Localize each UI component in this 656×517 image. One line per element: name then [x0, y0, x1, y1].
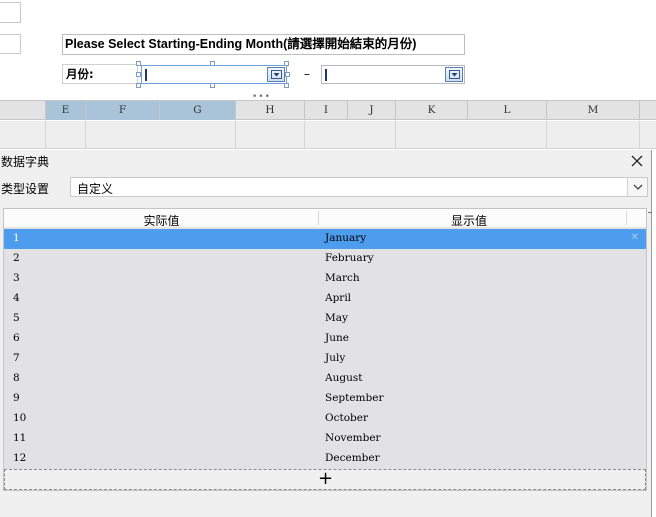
actual-value-cell[interactable]: 2: [13, 252, 20, 264]
column-header-j[interactable]: J: [348, 101, 396, 120]
column-header-f[interactable]: F: [86, 101, 160, 120]
actual-value-cell[interactable]: 7: [13, 352, 20, 364]
title-cell[interactable]: Please Select Starting-Ending Month(請選擇開…: [62, 34, 465, 55]
resize-handle[interactable]: [136, 72, 141, 77]
start-month-combo[interactable]: [141, 65, 287, 84]
actual-value-cell[interactable]: 5: [13, 312, 20, 324]
table-row[interactable]: 9 September: [4, 389, 646, 409]
display-value-cell[interactable]: December: [325, 452, 380, 464]
table-row[interactable]: 12 December: [4, 449, 646, 469]
table-row[interactable]: 3 March: [4, 269, 646, 289]
display-value-cell[interactable]: October: [325, 412, 368, 424]
resize-handle[interactable]: [284, 61, 289, 66]
resize-handle[interactable]: [136, 83, 141, 88]
column-header-bar: E F G H I J K L M: [0, 100, 656, 120]
month-label-cell[interactable]: 月份:: [62, 64, 138, 84]
type-setting-select[interactable]: 自定义: [70, 177, 648, 197]
sheet-cell[interactable]: [86, 121, 236, 149]
type-setting-dropdown-button[interactable]: [627, 178, 647, 196]
display-value-cell[interactable]: February: [325, 252, 374, 264]
resize-handle[interactable]: [285, 72, 290, 77]
table-row[interactable]: 11 November: [4, 429, 646, 449]
column-divider[interactable]: [626, 211, 627, 225]
actual-value-cell[interactable]: 11: [13, 432, 26, 444]
sheet-cell[interactable]: [396, 121, 547, 149]
display-value-cell[interactable]: July: [325, 352, 345, 364]
chevron-down-icon: [271, 70, 282, 79]
delete-row-icon[interactable]: ✕: [631, 232, 639, 243]
display-value-cell[interactable]: May: [325, 312, 348, 324]
column-header-m[interactable]: M: [547, 101, 640, 120]
add-row-button[interactable]: +: [4, 468, 646, 490]
sheet-cell-stub[interactable]: [0, 2, 21, 23]
sheet-cell[interactable]: [236, 121, 305, 149]
sheet-cell[interactable]: [305, 121, 396, 149]
type-setting-label: 类型设置: [1, 182, 50, 196]
table-row[interactable]: 10 October: [4, 409, 646, 429]
sheet-row: [0, 121, 656, 149]
end-month-combo[interactable]: [321, 65, 465, 84]
display-value-cell[interactable]: November: [325, 432, 381, 444]
column-header-actual[interactable]: 实际值: [4, 212, 319, 229]
actual-value-cell[interactable]: 1: [13, 232, 20, 244]
range-separator: –: [304, 67, 310, 81]
column-header-i[interactable]: I: [305, 101, 348, 120]
column-header-l[interactable]: L: [468, 101, 547, 120]
plus-icon: +: [318, 468, 334, 489]
sheet-cell[interactable]: [0, 121, 46, 149]
display-value-cell[interactable]: March: [325, 272, 360, 284]
display-value-cell[interactable]: September: [325, 392, 383, 404]
table-row[interactable]: 1 January ✕: [4, 229, 646, 249]
column-header-k[interactable]: K: [396, 101, 468, 120]
table-row[interactable]: 8 August: [4, 369, 646, 389]
text-caret: [325, 69, 327, 81]
column-header-display[interactable]: 显示值: [319, 212, 619, 229]
start-month-dropdown-button[interactable]: [267, 67, 285, 82]
actual-value-cell[interactable]: 8: [13, 372, 20, 384]
actual-value-cell[interactable]: 9: [13, 392, 20, 404]
divider: [648, 212, 652, 213]
column-header-blank[interactable]: [0, 101, 46, 120]
resize-handle[interactable]: [284, 83, 289, 88]
data-dictionary-dialog: 数据字典 类型设置 自定义 实际值 显示值 1 January ✕ 2 February…: [0, 150, 652, 517]
actual-value-cell[interactable]: 12: [13, 452, 26, 464]
actual-value-cell[interactable]: 4: [13, 292, 20, 304]
sheet-cell[interactable]: [547, 121, 640, 149]
table-header: 实际值 显示值: [4, 209, 646, 228]
text-caret: [145, 69, 147, 81]
table-row[interactable]: 5 May: [4, 309, 646, 329]
sheet-cell[interactable]: [46, 121, 86, 149]
actual-value-cell[interactable]: 10: [13, 412, 26, 424]
actual-value-cell[interactable]: 3: [13, 272, 20, 284]
display-value-cell[interactable]: January: [325, 232, 366, 244]
dictionary-table: 实际值 显示值 1 January ✕ 2 February 3 March 4 April 5 M…: [3, 208, 647, 491]
table-row[interactable]: 2 February: [4, 249, 646, 269]
column-header-g[interactable]: G: [160, 101, 236, 120]
end-month-dropdown-button[interactable]: [445, 67, 463, 82]
resize-handle[interactable]: [210, 83, 215, 88]
display-value-cell[interactable]: June: [325, 332, 349, 344]
display-value-cell[interactable]: April: [325, 292, 351, 304]
dialog-title: 数据字典: [1, 155, 50, 169]
chevron-down-icon: [449, 70, 460, 79]
column-header-h[interactable]: H: [236, 101, 305, 120]
display-value-cell[interactable]: August: [325, 372, 362, 384]
resize-handle[interactable]: [210, 61, 215, 66]
column-header-e[interactable]: E: [46, 101, 86, 120]
sheet-cell-stub[interactable]: [0, 34, 21, 54]
type-setting-value: 自定义: [77, 182, 114, 196]
close-icon: [631, 155, 643, 167]
close-button[interactable]: [629, 153, 645, 169]
actual-value-cell[interactable]: 6: [13, 332, 20, 344]
resize-handle[interactable]: [136, 61, 141, 66]
table-row[interactable]: 4 April: [4, 289, 646, 309]
table-row[interactable]: 6 June: [4, 329, 646, 349]
chevron-down-icon: [633, 184, 643, 190]
table-row[interactable]: 7 July: [4, 349, 646, 369]
